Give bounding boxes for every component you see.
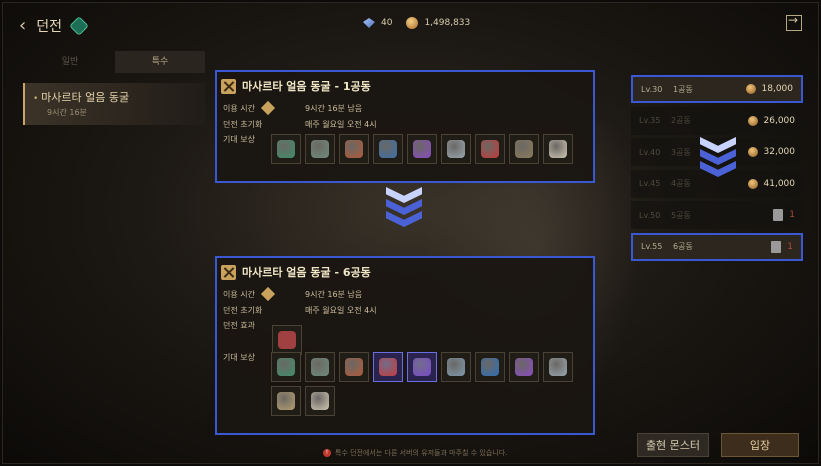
info-label: 던전 초기화 [223, 119, 263, 129]
floor-item[interactable]: Lv.50 5공동 1 [631, 201, 803, 229]
red-emblem-icon[interactable] [475, 134, 505, 164]
cost-value: 41,000 [763, 178, 796, 189]
floor-cost: 32,000 [747, 147, 796, 157]
dungeon-effect-icon[interactable] [272, 325, 302, 355]
purple-crystal-icon[interactable] [407, 352, 437, 382]
info-value: 매주 월요일 오전 4시 [305, 119, 377, 129]
dungeon-list-item[interactable]: 마사르타 얼음 동굴 9시간 16분 [23, 83, 205, 125]
exit-icon[interactable] [786, 13, 802, 31]
reward-label: 기대 보상 [223, 353, 255, 362]
floor-level: Lv.35 [639, 116, 661, 125]
crossed-swords-icon [221, 78, 236, 94]
chevron-left-icon: ‹ [19, 15, 27, 36]
pouch-icon[interactable] [543, 352, 573, 382]
cost-value: 26,000 [763, 115, 796, 126]
info-value: 매주 월요일 오전 4시 [305, 305, 377, 315]
rune-icon[interactable] [339, 134, 369, 164]
info-value: 9시간 16분 남음 [305, 103, 363, 113]
floor-cost: 1 [771, 240, 793, 253]
coin-icon [747, 147, 758, 157]
cost-value: 1 [787, 241, 793, 252]
floor-item[interactable]: Lv.55 6공동 1 [631, 232, 803, 261]
panel-title: 마사르타 얼음 동굴 - 6공동 [242, 266, 371, 279]
info-label: 이용 시간 [223, 103, 255, 113]
ticket-icon [771, 240, 782, 253]
crossed-swords-icon[interactable] [305, 352, 335, 382]
cost-value: 32,000 [763, 147, 796, 157]
floor-cost: 26,000 [747, 115, 796, 126]
floor-level: Lv.40 [639, 147, 661, 157]
floor-cost: 1 [773, 209, 795, 221]
floor-name: 1공동 [673, 84, 693, 94]
crossed-swords-icon[interactable] [305, 134, 335, 164]
gem-icon [363, 18, 375, 28]
monster-button[interactable]: 출현 몬스터 [637, 433, 709, 457]
floor-level: Lv.50 [639, 210, 661, 220]
bone-icon[interactable] [271, 386, 301, 416]
coin-icon [747, 115, 758, 126]
cost-value: 18,000 [761, 84, 794, 94]
floor-level: Lv.30 [641, 84, 663, 94]
tab-bar: 일반 특수 [25, 51, 205, 73]
gem-count: 40 [381, 18, 393, 28]
tab-special[interactable]: 특수 [115, 51, 205, 73]
info-label: 던전 초기화 [223, 305, 263, 315]
notice-text: ! 특수 던전에서는 다른 서버의 유저들과 마주칠 수 있습니다. [323, 448, 507, 458]
gear-medal-icon[interactable] [509, 134, 539, 164]
ring-icon[interactable] [441, 352, 471, 382]
cost-value: 1 [789, 210, 795, 220]
ticket-v-icon[interactable] [543, 134, 573, 164]
notice-label: 특수 던전에서는 다른 서버의 유저들과 마주칠 수 있습니다. [335, 449, 508, 457]
red-emblem-icon[interactable] [373, 352, 403, 382]
crossed-swords-icon [221, 264, 236, 280]
dungeon-name: 마사르타 얼음 동굴 [33, 89, 197, 105]
info-value: 9시간 16분 남음 [305, 289, 363, 299]
panel-title: 마사르타 얼음 동굴 - 1공동 [242, 80, 371, 93]
reward-grid [217, 352, 589, 416]
floor-level: Lv.55 [641, 242, 663, 251]
coin-icon [406, 17, 419, 29]
rune-icon[interactable] [339, 352, 369, 382]
down-arrow-icon [386, 187, 422, 227]
page-title: 던전 [36, 18, 62, 35]
back-button[interactable]: ‹ 던전 [19, 15, 89, 36]
floor-name: 6공동 [673, 242, 693, 251]
floor-name: 5공동 [671, 210, 691, 220]
exp-icon[interactable] [271, 134, 301, 164]
warning-icon: ! [323, 449, 331, 457]
floor-name: 2공동 [671, 116, 691, 125]
coin-count: 1,498,833 [424, 18, 471, 28]
info-label: 이용 시간 [223, 289, 255, 299]
floor-cost: 18,000 [745, 84, 794, 94]
tab-normal[interactable]: 일반 [25, 51, 115, 73]
exp-icon[interactable] [271, 352, 301, 382]
reward-grid [217, 134, 593, 164]
currency-bar: 40 1,498,833 [363, 17, 470, 29]
dungeon-info-panel-1: 마사르타 얼음 동굴 - 1공동 이용 시간 9시간 16분 남음 던전 초기화 매… [215, 70, 595, 183]
ticket-icon [773, 209, 784, 221]
coin-icon [747, 178, 758, 189]
ticket-vi-icon[interactable] [305, 386, 335, 416]
dagger-icon[interactable] [509, 352, 539, 382]
dagger-icon[interactable] [407, 134, 437, 164]
info-icon[interactable] [260, 100, 276, 116]
dungeon-emblem-icon [69, 15, 89, 36]
info-icon[interactable] [260, 286, 276, 302]
dungeon-info-panel-6: 마사르타 얼음 동굴 - 6공동 이용 시간 9시간 16분 남음 던전 초기화 매… [215, 256, 595, 435]
game-screen: ‹ 던전 40 1,498,833 일반 특수 마사르타 얼음 동굴 9시간 1… [2, 2, 819, 464]
floor-item[interactable]: Lv.30 1공동 18,000 [631, 75, 803, 103]
map-scroll-icon[interactable] [373, 134, 403, 164]
dungeon-time: 9시간 16분 [47, 108, 87, 117]
down-arrow-icon [700, 137, 736, 177]
enter-button[interactable]: 입장 [721, 433, 799, 457]
floor-item[interactable]: Lv.35 2공동 26,000 [631, 106, 803, 135]
floor-level: Lv.45 [639, 179, 661, 188]
floor-name: 4공동 [671, 179, 691, 188]
pouch-icon[interactable] [441, 134, 471, 164]
blue-orb-icon[interactable] [475, 352, 505, 382]
coin-icon [745, 84, 756, 94]
floor-cost: 41,000 [747, 178, 796, 189]
reward-label: 기대 보상 [223, 135, 255, 144]
